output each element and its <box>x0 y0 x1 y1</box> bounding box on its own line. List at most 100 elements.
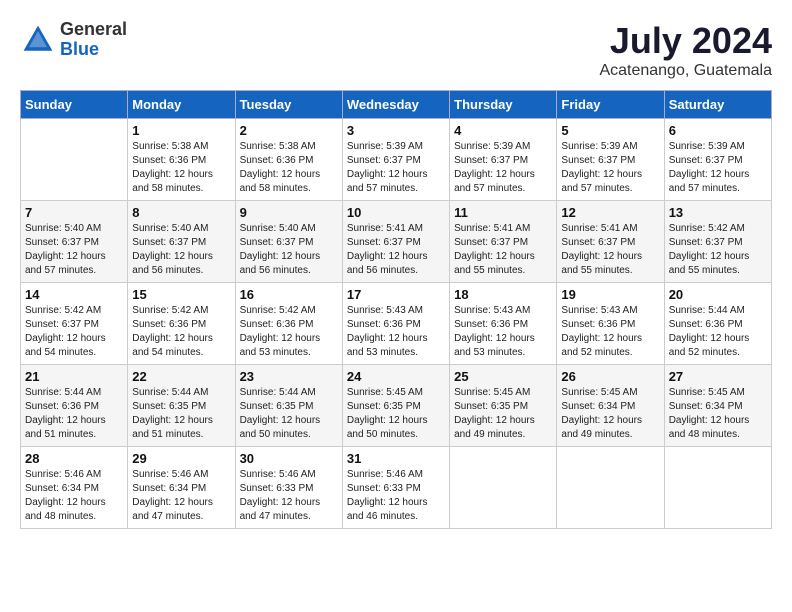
calendar-cell: 9 Sunrise: 5:40 AMSunset: 6:37 PMDaylight… <box>235 201 342 283</box>
day-number: 3 <box>347 123 445 138</box>
calendar-cell: 30 Sunrise: 5:46 AMSunset: 6:33 PMDayligh… <box>235 447 342 529</box>
calendar-cell: 15Sunrise: 5:42 AMSunset: 6:36 PMDayligh… <box>128 283 235 365</box>
day-info: Sunrise: 5:42 AMSunset: 6:37 PMDaylight:… <box>25 304 123 360</box>
day-info: Sunrise: 5:38 AMSunset: 6:36 PMDaylight:… <box>240 140 338 196</box>
page-header: General Blue July 2024 Acatenango, Guate… <box>20 20 772 80</box>
day-info: Sunrise: 5:44 AMSunset: 6:36 PMDaylight:… <box>25 386 123 442</box>
calendar-cell <box>21 119 128 201</box>
day-info: Sunrise: 5:40 AMSunset: 6:37 PMDaylight:… <box>132 222 230 278</box>
day-info: Sunrise: 5:46 AMSunset: 6:33 PMDaylight:… <box>240 468 338 524</box>
calendar-cell: 12 Sunrise: 5:41 AMSunset: 6:37 PMDayligh… <box>557 201 664 283</box>
day-info: Sunrise: 5:45 AMSunset: 6:35 PMDaylight:… <box>454 386 552 442</box>
calendar-cell <box>450 447 557 529</box>
day-number: 12 <box>561 205 659 220</box>
day-number: 17 <box>347 287 445 302</box>
day-info: Sunrise: 5:38 AMSunset: 6:36 PMDaylight:… <box>132 140 230 196</box>
col-sunday: Sunday <box>21 91 128 119</box>
calendar-week-row: 14 Sunrise: 5:42 AMSunset: 6:37 PMDayligh… <box>21 283 772 365</box>
day-info: Sunrise: 5:43 AMSunset: 6:36 PMDaylight:… <box>454 304 552 360</box>
day-number: 31 <box>347 451 445 466</box>
day-info: Sunrise: 5:39 AMSunset: 6:37 PMDaylight:… <box>669 140 767 196</box>
calendar-location: Acatenango, Guatemala <box>599 62 772 80</box>
calendar-cell: 11 Sunrise: 5:41 AMSunset: 6:37 PMDayligh… <box>450 201 557 283</box>
day-number: 16 <box>240 287 338 302</box>
day-number: 28 <box>25 451 123 466</box>
day-info: Sunrise: 5:39 AMSunset: 6:37 PMDaylight:… <box>561 140 659 196</box>
day-number: 20 <box>669 287 767 302</box>
day-number: 14 <box>25 287 123 302</box>
day-number: 18 <box>454 287 552 302</box>
day-number: 5 <box>561 123 659 138</box>
col-wednesday: Wednesday <box>342 91 449 119</box>
col-friday: Friday <box>557 91 664 119</box>
calendar-week-row: 1 Sunrise: 5:38 AMSunset: 6:36 PMDaylight… <box>21 119 772 201</box>
day-number: 1 <box>132 123 230 138</box>
calendar-cell: 25 Sunrise: 5:45 AMSunset: 6:35 PMDayligh… <box>450 365 557 447</box>
day-info: Sunrise: 5:41 AMSunset: 6:37 PMDaylight:… <box>454 222 552 278</box>
day-number: 15 <box>132 287 230 302</box>
day-number: 19 <box>561 287 659 302</box>
day-info: Sunrise: 5:46 AMSunset: 6:34 PMDaylight:… <box>25 468 123 524</box>
calendar-cell: 21 Sunrise: 5:44 AMSunset: 6:36 PMDayligh… <box>21 365 128 447</box>
day-number: 22 <box>132 369 230 384</box>
day-info: Sunrise: 5:43 AMSunset: 6:36 PMDaylight:… <box>347 304 445 360</box>
day-number: 2 <box>240 123 338 138</box>
calendar-title: July 2024 <box>599 20 772 62</box>
title-block: July 2024 Acatenango, Guatemala <box>599 20 772 80</box>
calendar-cell: 19Sunrise: 5:43 AMSunset: 6:36 PMDayligh… <box>557 283 664 365</box>
calendar-week-row: 28 Sunrise: 5:46 AMSunset: 6:34 PMDayligh… <box>21 447 772 529</box>
calendar-cell: 23Sunrise: 5:44 AMSunset: 6:35 PMDayligh… <box>235 365 342 447</box>
day-number: 25 <box>454 369 552 384</box>
calendar-cell: 5 Sunrise: 5:39 AMSunset: 6:37 PMDaylight… <box>557 119 664 201</box>
day-number: 21 <box>25 369 123 384</box>
calendar-cell: 7 Sunrise: 5:40 AMSunset: 6:37 PMDaylight… <box>21 201 128 283</box>
calendar-cell: 31 Sunrise: 5:46 AMSunset: 6:33 PMDayligh… <box>342 447 449 529</box>
calendar-cell: 3 Sunrise: 5:39 AMSunset: 6:37 PMDaylight… <box>342 119 449 201</box>
day-info: Sunrise: 5:41 AMSunset: 6:37 PMDaylight:… <box>561 222 659 278</box>
calendar-cell: 14 Sunrise: 5:42 AMSunset: 6:37 PMDayligh… <box>21 283 128 365</box>
calendar-cell: 16Sunrise: 5:42 AMSunset: 6:36 PMDayligh… <box>235 283 342 365</box>
col-thursday: Thursday <box>450 91 557 119</box>
day-number: 7 <box>25 205 123 220</box>
calendar-week-row: 7 Sunrise: 5:40 AMSunset: 6:37 PMDaylight… <box>21 201 772 283</box>
calendar-week-row: 21 Sunrise: 5:44 AMSunset: 6:36 PMDayligh… <box>21 365 772 447</box>
calendar-header-row: Sunday Monday Tuesday Wednesday Thursday… <box>21 91 772 119</box>
logo-text: General Blue <box>60 20 127 60</box>
day-info: Sunrise: 5:44 AMSunset: 6:36 PMDaylight:… <box>669 304 767 360</box>
day-info: Sunrise: 5:45 AMSunset: 6:34 PMDaylight:… <box>669 386 767 442</box>
calendar-cell: 8Sunrise: 5:40 AMSunset: 6:37 PMDaylight… <box>128 201 235 283</box>
day-info: Sunrise: 5:40 AMSunset: 6:37 PMDaylight:… <box>25 222 123 278</box>
col-monday: Monday <box>128 91 235 119</box>
calendar-cell: 27 Sunrise: 5:45 AMSunset: 6:34 PMDayligh… <box>664 365 771 447</box>
day-info: Sunrise: 5:45 AMSunset: 6:34 PMDaylight:… <box>561 386 659 442</box>
logo-icon <box>20 22 56 58</box>
day-number: 27 <box>669 369 767 384</box>
day-info: Sunrise: 5:40 AMSunset: 6:37 PMDaylight:… <box>240 222 338 278</box>
day-number: 24 <box>347 369 445 384</box>
day-number: 11 <box>454 205 552 220</box>
day-info: Sunrise: 5:44 AMSunset: 6:35 PMDaylight:… <box>240 386 338 442</box>
day-number: 29 <box>132 451 230 466</box>
day-info: Sunrise: 5:44 AMSunset: 6:35 PMDaylight:… <box>132 386 230 442</box>
calendar-cell: 6 Sunrise: 5:39 AMSunset: 6:37 PMDaylight… <box>664 119 771 201</box>
day-number: 6 <box>669 123 767 138</box>
day-info: Sunrise: 5:46 AMSunset: 6:33 PMDaylight:… <box>347 468 445 524</box>
day-number: 13 <box>669 205 767 220</box>
calendar-cell: 2 Sunrise: 5:38 AMSunset: 6:36 PMDaylight… <box>235 119 342 201</box>
calendar-cell: 29 Sunrise: 5:46 AMSunset: 6:34 PMDayligh… <box>128 447 235 529</box>
day-number: 30 <box>240 451 338 466</box>
col-saturday: Saturday <box>664 91 771 119</box>
day-info: Sunrise: 5:46 AMSunset: 6:34 PMDaylight:… <box>132 468 230 524</box>
day-info: Sunrise: 5:41 AMSunset: 6:37 PMDaylight:… <box>347 222 445 278</box>
calendar-table: Sunday Monday Tuesday Wednesday Thursday… <box>20 90 772 529</box>
calendar-cell: 4 Sunrise: 5:39 AMSunset: 6:37 PMDaylight… <box>450 119 557 201</box>
day-number: 4 <box>454 123 552 138</box>
calendar-cell <box>664 447 771 529</box>
day-info: Sunrise: 5:42 AMSunset: 6:37 PMDaylight:… <box>669 222 767 278</box>
day-number: 9 <box>240 205 338 220</box>
logo: General Blue <box>20 20 127 60</box>
day-info: Sunrise: 5:39 AMSunset: 6:37 PMDaylight:… <box>454 140 552 196</box>
calendar-cell: 17 Sunrise: 5:43 AMSunset: 6:36 PMDayligh… <box>342 283 449 365</box>
calendar-cell: 18 Sunrise: 5:43 AMSunset: 6:36 PMDayligh… <box>450 283 557 365</box>
day-info: Sunrise: 5:39 AMSunset: 6:37 PMDaylight:… <box>347 140 445 196</box>
